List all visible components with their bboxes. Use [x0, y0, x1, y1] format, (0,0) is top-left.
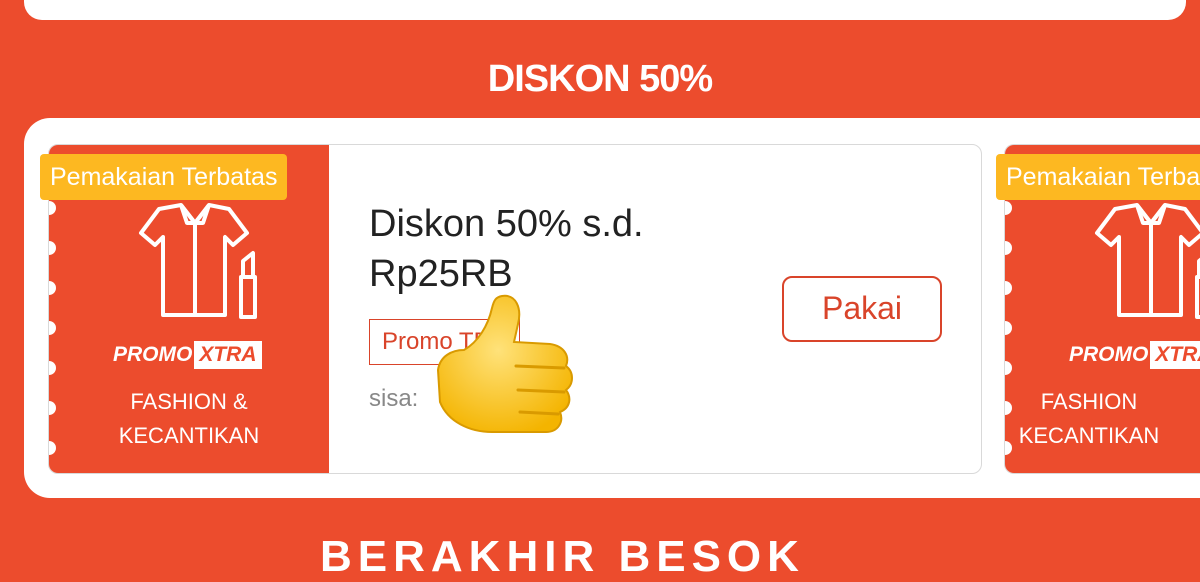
stub-notch [49, 321, 56, 335]
stub-notch [49, 361, 56, 375]
category-line2: KECANTIKAN [118, 423, 260, 448]
stub-notch [49, 281, 56, 295]
category-line2: KECANTIKAN [1018, 423, 1160, 448]
promo-xtra-logo: PROMOXTRA [113, 341, 262, 369]
limited-use-badge: Pemakaian Terbatas [40, 154, 288, 200]
stub-notch [1005, 281, 1012, 295]
stub-notch [1005, 241, 1012, 255]
remaining-label: sisa: [369, 385, 419, 412]
promo-xtra-logo: PROMOXTRA [1069, 341, 1200, 369]
stub-notch [49, 241, 56, 255]
promo-xtra: XTRA [194, 341, 262, 369]
previous-card [24, 0, 1186, 20]
shirt-lipstick-icon [139, 203, 257, 319]
shirt-lipstick-icon [1095, 203, 1200, 319]
section-title: DISKON 50% [487, 58, 713, 100]
voucher-category: FASHION KECANTIKAN [1005, 385, 1199, 453]
category-line1: FASHION [1040, 389, 1138, 414]
promo-word: PROMO [1069, 343, 1149, 366]
bottom-heading: BERAKHIR BESOK [320, 532, 805, 581]
use-voucher-button[interactable]: Pakai [782, 276, 942, 342]
limited-use-badge: Pemakaian Terbatas [996, 154, 1200, 200]
category-line1: FASHION & [130, 389, 248, 414]
stub-notch [1005, 201, 1012, 215]
promo-word: PROMO [113, 343, 193, 366]
promo-xtra: XTRA [1150, 341, 1200, 369]
voucher-category: FASHION & KECANTIKAN [49, 385, 329, 453]
stub-notch [1005, 321, 1012, 335]
voucher-title-line1: Diskon 50% s.d. [369, 203, 644, 245]
stub-notch [1005, 361, 1012, 375]
voucher-title: Diskon 50% s.d. Rp25RB [369, 199, 729, 299]
thumbs-up-emoji [436, 294, 573, 433]
stub-notch [49, 201, 56, 215]
